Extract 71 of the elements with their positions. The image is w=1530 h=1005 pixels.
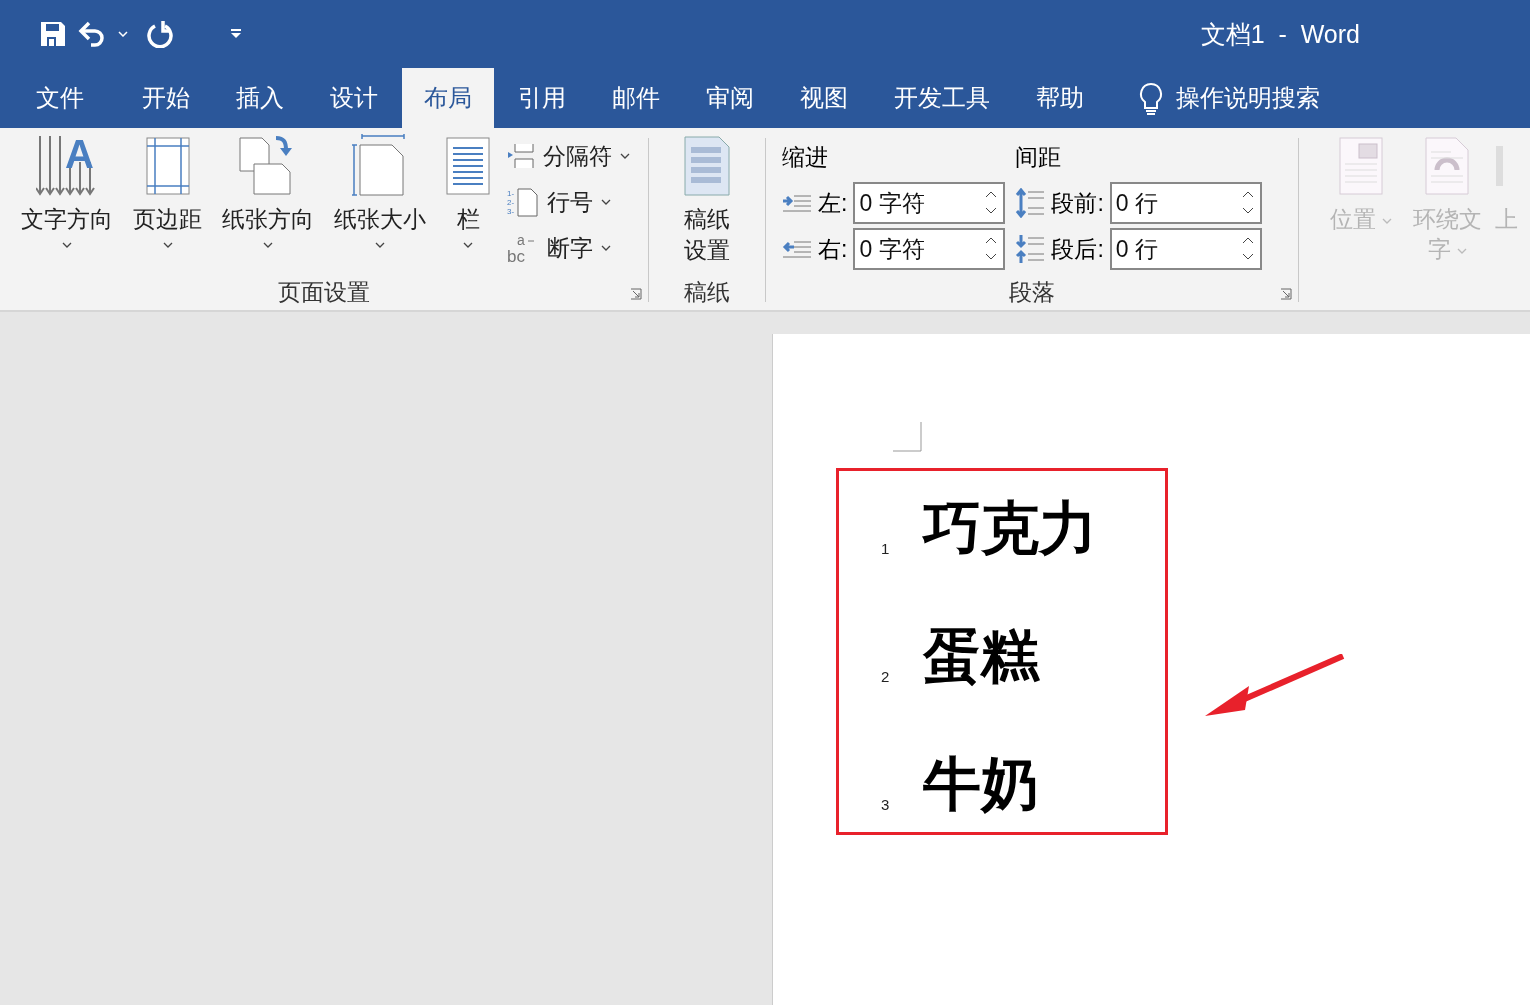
document-text: 巧克力 [923,494,1097,562]
group-label: 页面设置 [278,277,370,307]
ribbon-button[interactable]: 纸张方向 [219,134,317,274]
ribbon-button[interactable]: 1- 2- 3- 行号 [507,180,630,224]
group-label: 稿纸 [684,277,730,307]
field-label: 右: [818,234,848,264]
dialog-launcher-icon[interactable] [630,288,642,300]
spacing-after-icon [1015,234,1046,264]
ribbon-tab[interactable]: 设计 [308,68,400,128]
caret-icon [375,242,385,248]
paper-size-icon [352,134,408,198]
columns-icon [446,134,490,198]
caret-icon [601,199,611,205]
ribbon-button[interactable]: 纸张大小 [331,134,429,274]
ribbon-tab[interactable]: 插入 [214,68,306,128]
line-number: 3 [880,796,891,813]
undo-icon[interactable] [78,21,106,47]
caret-icon [601,245,611,251]
field-label: 左: [818,188,848,218]
window-title: 文档1 - Word [1200,18,1360,50]
caret-icon [1382,217,1392,224]
ribbon-tab[interactable]: 引用 [496,68,588,128]
section-label: 间距 [1015,143,1063,172]
indent-left-icon [782,193,812,213]
section-label: 缩进 [782,143,829,172]
customize-icon[interactable] [230,29,242,39]
caret-icon[interactable] [118,31,128,37]
caret-icon [1456,247,1467,254]
ribbon-tab[interactable]: 文件 [2,68,106,128]
spacing-before-icon [1015,188,1046,218]
ribbon-button[interactable]: A 文字方向 [18,134,116,274]
ribbon-tab[interactable]: 开发工具 [872,68,1012,128]
spin-field[interactable]: 0 行 [1109,182,1262,224]
redo-icon[interactable] [146,20,174,48]
page-break-icon [507,143,535,169]
margin-corner-mark [893,422,923,452]
tell-me-search[interactable]: 操作说明搜索 [1176,68,1320,128]
ribbon-button[interactable]: 分隔符 [507,134,630,178]
caret-icon [62,242,72,248]
caret-icon [263,242,273,248]
field-label: 段前: [1051,188,1104,218]
position-icon [1339,134,1383,198]
grid-paper-icon [682,134,732,198]
ribbon-button[interactable]: 页边距 [130,134,205,274]
ribbon-tab[interactable]: 布局 [402,68,494,128]
ribbon-button[interactable]: a bc 断字 [507,226,630,270]
document-text: 蛋糕 [923,622,1039,690]
ribbon-tab[interactable]: 邮件 [590,68,682,128]
caret-icon [620,153,630,159]
lightbulb-icon[interactable] [1138,82,1164,116]
caret-icon [162,242,173,248]
margins-icon [145,134,190,198]
save-icon[interactable] [40,21,66,47]
line-number: 2 [880,668,891,685]
spin-field[interactable]: 0 字符 [853,228,1006,270]
group-label: 段落 [1009,277,1055,307]
dialog-launcher-icon[interactable] [1280,288,1292,300]
spin-field[interactable]: 0 行 [1109,228,1262,270]
ribbon-tab[interactable]: 视图 [778,68,870,128]
ribbon-button[interactable]: 栏 [443,134,493,274]
spin-field[interactable]: 0 字符 [853,182,1006,224]
document-text: 牛奶 [923,750,1039,818]
ribbon-button[interactable]: 稿纸设置 [678,134,736,274]
indent-right-icon [782,239,812,259]
ribbon-tab[interactable]: 帮助 [1014,68,1106,128]
ribbon-tab[interactable]: 审阅 [684,68,776,128]
caret-icon [463,242,473,248]
line-number: 1 [880,540,891,557]
field-label: 段后: [1051,234,1104,264]
ribbon-tab[interactable]: 开始 [120,68,212,128]
text-wrap-icon [1425,134,1469,198]
